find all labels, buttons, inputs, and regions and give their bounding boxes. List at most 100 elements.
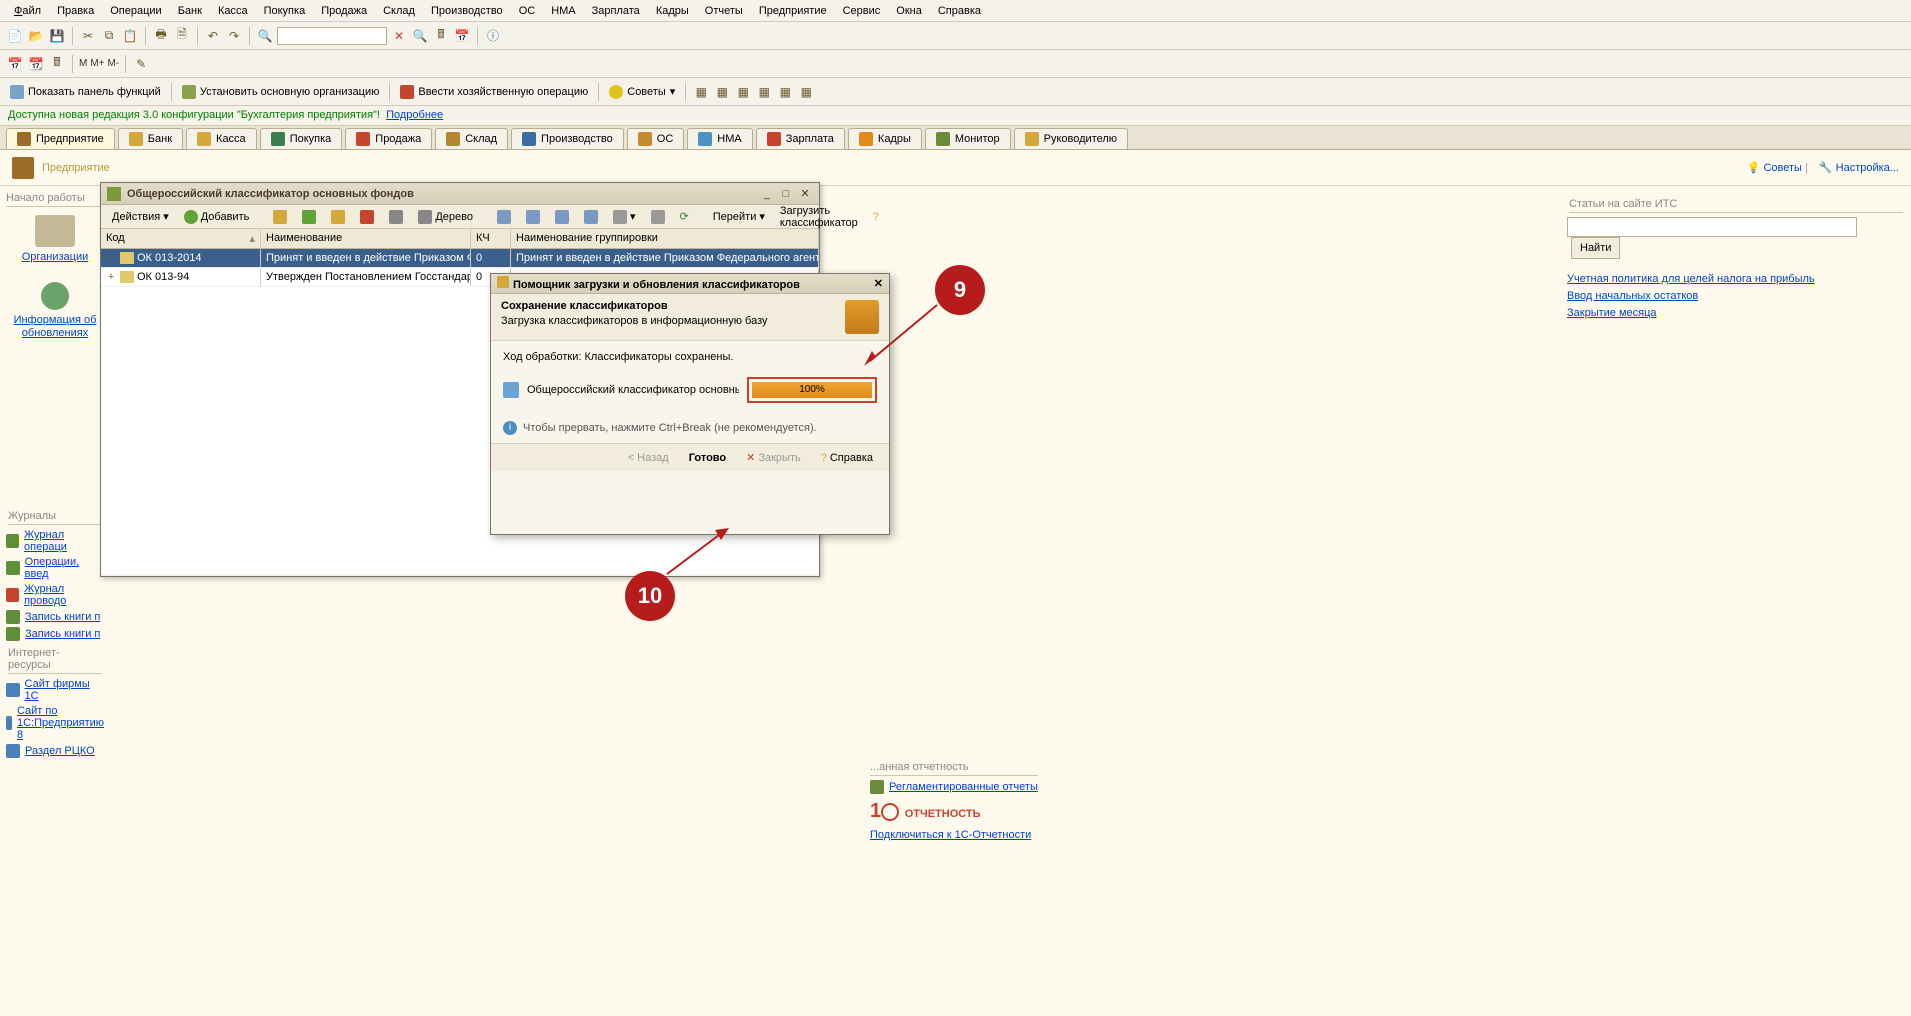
- menu-prod[interactable]: Производство: [425, 3, 509, 18]
- tool-icon[interactable]: ✎: [132, 55, 150, 73]
- tab-sal[interactable]: Зарплата: [756, 128, 845, 149]
- its-link2[interactable]: Ввод начальных остатков: [1567, 290, 1905, 302]
- menu-edit[interactable]: Правка: [51, 3, 100, 18]
- its-search-input[interactable]: [1567, 217, 1857, 237]
- add-button[interactable]: Добавить: [178, 208, 256, 226]
- set-org-button[interactable]: Установить основную организацию: [178, 83, 384, 101]
- its-link1[interactable]: Учетная политика для целей налога на при…: [1567, 273, 1905, 285]
- folder-icon[interactable]: [325, 208, 351, 226]
- inet2-link[interactable]: Сайт по 1С:Предприятию 8: [17, 705, 104, 741]
- grid6-icon[interactable]: ▦: [797, 83, 815, 101]
- col-code[interactable]: Код ▴: [101, 229, 261, 248]
- back-button[interactable]: < Назад: [620, 449, 677, 467]
- menu-help[interactable]: Справка: [932, 3, 987, 18]
- orgs-shortcut[interactable]: Организации: [6, 215, 104, 264]
- help-button[interactable]: ? Справка: [813, 449, 881, 467]
- filter3-icon[interactable]: [549, 208, 575, 226]
- inet3-link[interactable]: Раздел РЦКО: [25, 745, 95, 757]
- tree-toggle[interactable]: Дерево: [412, 208, 479, 226]
- orgs-link[interactable]: Организации: [22, 251, 89, 264]
- col-grp[interactable]: Наименование группировки: [511, 229, 819, 248]
- redo-icon[interactable]: ↷: [225, 27, 243, 45]
- menu-stock[interactable]: Склад: [377, 3, 421, 18]
- menu-file[interactable]: ФФайлайл: [8, 3, 47, 18]
- menu-hr[interactable]: Кадры: [650, 3, 695, 18]
- journal5-link[interactable]: Запись книги п: [25, 628, 100, 640]
- journal2-link[interactable]: Операции, введ: [25, 556, 104, 580]
- open-icon[interactable]: 📂: [27, 27, 45, 45]
- show-panel-button[interactable]: Показать панель функций: [6, 83, 165, 101]
- close-icon[interactable]: ✕: [797, 187, 813, 200]
- calc2-icon[interactable]: 🖩: [48, 55, 66, 73]
- list-icon[interactable]: [383, 208, 409, 226]
- grid1-icon[interactable]: ▦: [692, 83, 710, 101]
- dialog-titlebar[interactable]: Помощник загрузки и обновления классифик…: [491, 274, 889, 294]
- calendar2-icon[interactable]: 📅: [6, 55, 24, 73]
- filter5-icon[interactable]: ▾: [607, 208, 642, 226]
- dialog-close-icon[interactable]: ✕: [874, 277, 883, 290]
- calc-icon[interactable]: 🖩: [432, 27, 450, 45]
- minimize-icon[interactable]: _: [759, 188, 775, 200]
- update-info-link[interactable]: Информация об обновлениях: [6, 314, 104, 340]
- memory-mminus[interactable]: М-: [108, 58, 120, 69]
- menu-sell[interactable]: Продажа: [315, 3, 373, 18]
- menu-sal[interactable]: Зарплата: [586, 3, 646, 18]
- copy-icon[interactable]: ⧉: [100, 27, 118, 45]
- load-classifier-button[interactable]: Загрузить классификатор: [774, 203, 864, 231]
- advice-button[interactable]: Советы ▾: [605, 83, 679, 101]
- menu-ops[interactable]: Операции: [104, 3, 167, 18]
- search-input[interactable]: [277, 27, 387, 45]
- its-link3[interactable]: Закрытие месяца: [1567, 307, 1905, 319]
- save-icon[interactable]: 💾: [48, 27, 66, 45]
- tab-hr[interactable]: Кадры: [848, 128, 922, 149]
- page-settings-link[interactable]: 🔧 Настройка...: [1819, 162, 1899, 174]
- inet1-link[interactable]: Сайт фирмы 1С: [25, 678, 104, 702]
- copy2-icon[interactable]: [267, 208, 293, 226]
- journal1-link[interactable]: Журнал операци: [24, 529, 104, 553]
- notice-link[interactable]: Подробнее: [386, 109, 443, 121]
- grid4-icon[interactable]: ▦: [755, 83, 773, 101]
- tab-os[interactable]: ОС: [627, 128, 685, 149]
- menu-bank[interactable]: Банк: [172, 3, 208, 18]
- filter2-icon[interactable]: [520, 208, 546, 226]
- tab-enterprise[interactable]: Предприятие: [6, 128, 115, 149]
- win-help-icon[interactable]: ?: [867, 209, 885, 225]
- reg-reports-link[interactable]: Регламентированные отчеты: [870, 780, 1038, 794]
- tab-kassa[interactable]: Касса: [186, 128, 257, 149]
- find-button[interactable]: Найти: [1571, 237, 1620, 259]
- update-info-shortcut[interactable]: Информация об обновлениях: [6, 282, 104, 340]
- table-row[interactable]: −ОК 013-2014 Принят и введен в действие …: [101, 249, 819, 268]
- tab-prod[interactable]: Производство: [511, 128, 624, 149]
- tab-nma[interactable]: НМА: [687, 128, 752, 149]
- tab-stock[interactable]: Склад: [435, 128, 508, 149]
- filter6-icon[interactable]: [645, 208, 671, 226]
- find-icon[interactable]: 🔍: [256, 27, 274, 45]
- grid3-icon[interactable]: ▦: [734, 83, 752, 101]
- paste-icon[interactable]: 📋: [121, 27, 139, 45]
- delete-icon[interactable]: [354, 208, 380, 226]
- menu-win[interactable]: Окна: [890, 3, 928, 18]
- connect-1c-link[interactable]: Подключиться к 1С-Отчетности: [870, 829, 1038, 841]
- goto-button[interactable]: Перейти ▾: [707, 208, 771, 225]
- tab-sell[interactable]: Продажа: [345, 128, 432, 149]
- refresh-icon[interactable]: ⟳: [674, 208, 695, 225]
- undo-icon[interactable]: ↶: [204, 27, 222, 45]
- done-button[interactable]: Готово: [681, 449, 734, 467]
- clear-search-icon[interactable]: ✕: [390, 27, 408, 45]
- tab-buy[interactable]: Покупка: [260, 128, 343, 149]
- maximize-icon[interactable]: □: [778, 188, 794, 200]
- enter-op-button[interactable]: Ввести хозяйственную операцию: [396, 83, 592, 101]
- cut-icon[interactable]: ✂: [79, 27, 97, 45]
- menu-os[interactable]: ОС: [513, 3, 542, 18]
- preview-icon[interactable]: 🗎: [173, 27, 191, 45]
- close-button[interactable]: ✕ Закрыть: [738, 448, 809, 467]
- grid5-icon[interactable]: ▦: [776, 83, 794, 101]
- date-icon[interactable]: 📆: [27, 55, 45, 73]
- search-go-icon[interactable]: 🔍: [411, 27, 429, 45]
- menu-rep[interactable]: Отчеты: [699, 3, 749, 18]
- actions-button[interactable]: Действия ▾: [106, 208, 175, 225]
- filter4-icon[interactable]: [578, 208, 604, 226]
- tab-mon[interactable]: Монитор: [925, 128, 1011, 149]
- help-icon[interactable]: ⓘ: [484, 27, 502, 45]
- filter1-icon[interactable]: [491, 208, 517, 226]
